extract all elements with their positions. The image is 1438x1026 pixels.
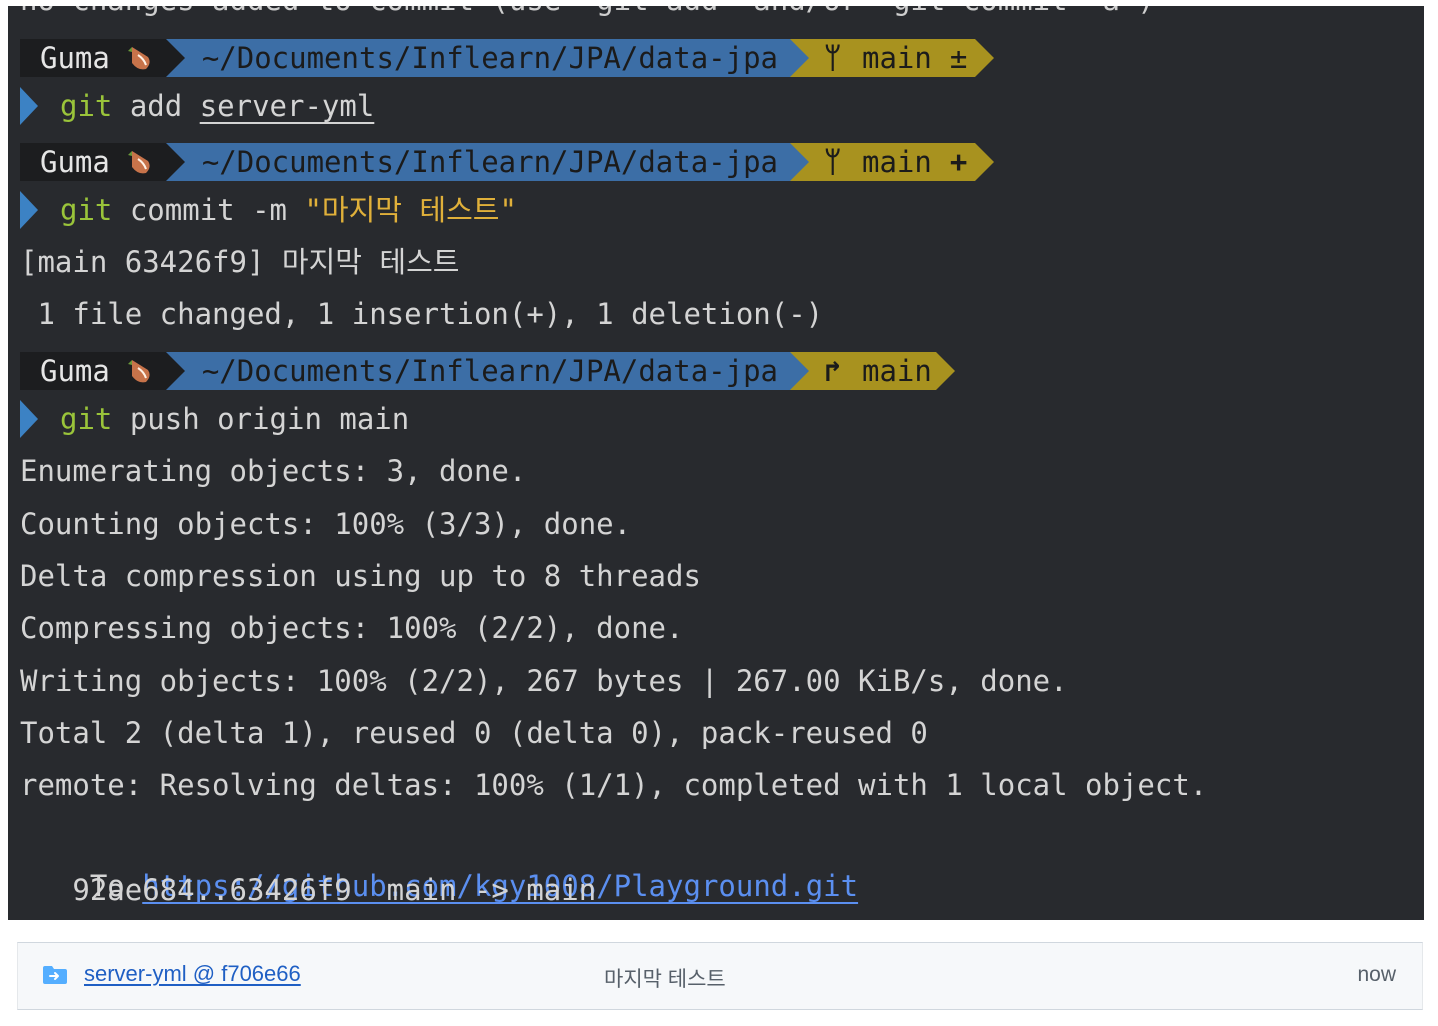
output-line: [main 63426f9] 마지막 테스트 bbox=[20, 245, 460, 279]
commit-time: now bbox=[1357, 963, 1396, 986]
command-line-1: git add server-yml bbox=[20, 82, 374, 130]
prompt-git-segment: ᛘ main + bbox=[790, 143, 995, 181]
prompt-bar: Guma ~/Documents/Inflearn/JPA/data-jpa ↱… bbox=[20, 352, 955, 390]
prompt-chevron-icon bbox=[20, 400, 38, 438]
output-line: Enumerating objects: 3, done. bbox=[20, 454, 527, 488]
prompt-bar: Guma ~/Documents/Inflearn/JPA/data-jpa ᛘ… bbox=[20, 143, 995, 181]
terminal-window[interactable]: no changes added to commit (use "git add… bbox=[8, 6, 1424, 920]
submodule-folder-icon bbox=[43, 966, 67, 984]
output-line-remote: To https://github.com/kgy1008/Playground… bbox=[20, 814, 858, 903]
prompt-path: ~/Documents/Inflearn/JPA/data-jpa bbox=[201, 145, 779, 179]
command-line-2: git commit -m "마지막 테스트" bbox=[20, 186, 517, 234]
output-line: 92ae684..63426f9 main -> main bbox=[20, 873, 597, 907]
commit-file-row: server-yml @ f706e66 마지막 테스트 now bbox=[17, 942, 1423, 1010]
cmd-text: commit -m bbox=[112, 193, 305, 227]
sweet-potato-icon bbox=[126, 43, 154, 73]
cmd-text: add bbox=[112, 89, 200, 123]
command-line-3: git push origin main bbox=[20, 395, 409, 443]
prompt-user: Guma bbox=[40, 145, 110, 179]
prompt-branch: main bbox=[862, 145, 932, 179]
prompt-branch: main bbox=[862, 41, 932, 75]
sweet-potato-icon bbox=[126, 356, 154, 386]
output-line: remote: Resolving deltas: 100% (1/1), co… bbox=[20, 768, 1208, 802]
prompt-user: Guma bbox=[40, 354, 110, 388]
prompt-branch: main bbox=[862, 354, 932, 388]
prompt-path-segment: ~/Documents/Inflearn/JPA/data-jpa bbox=[165, 39, 810, 77]
submodule-link[interactable]: server-yml @ f706e66 bbox=[84, 961, 301, 987]
output-line: Counting objects: 100% (3/3), done. bbox=[20, 507, 632, 541]
output-line: Total 2 (delta 1), reused 0 (delta 0), p… bbox=[20, 716, 928, 750]
prompt-user-segment: Guma bbox=[20, 143, 185, 181]
branch-icon: ᛘ bbox=[824, 145, 842, 179]
cmd-keyword: git bbox=[60, 89, 113, 123]
git-status-dirty: ± bbox=[949, 41, 968, 75]
git-status-staged: + bbox=[949, 145, 968, 179]
prompt-path-segment: ~/Documents/Inflearn/JPA/data-jpa bbox=[165, 352, 810, 390]
output-line: 1 file changed, 1 insertion(+), 1 deleti… bbox=[20, 297, 824, 331]
sweet-potato-icon bbox=[126, 147, 154, 177]
cmd-arg: server-yml bbox=[199, 89, 375, 123]
prompt-user: Guma bbox=[40, 41, 110, 75]
commit-message[interactable]: 마지막 테스트 bbox=[604, 963, 726, 993]
cmd-string: "마지막 테스트" bbox=[304, 193, 517, 227]
output-line: Writing objects: 100% (2/2), 267 bytes |… bbox=[20, 664, 1068, 698]
prompt-git-segment: ᛘ main ± bbox=[790, 39, 995, 77]
prompt-chevron-icon bbox=[20, 191, 38, 229]
output-line: Delta compression using up to 8 threads bbox=[20, 559, 701, 593]
prompt-git-segment: ↱ main bbox=[790, 352, 955, 390]
prompt-chevron-icon bbox=[20, 87, 38, 125]
cmd-keyword: git bbox=[60, 402, 113, 436]
prompt-user-segment: Guma bbox=[20, 352, 185, 390]
branch-ahead-icon: ↱ bbox=[824, 354, 842, 388]
prompt-user-segment: Guma bbox=[20, 39, 185, 77]
prompt-path-segment: ~/Documents/Inflearn/JPA/data-jpa bbox=[165, 143, 810, 181]
prompt-bar: Guma ~/Documents/Inflearn/JPA/data-jpa ᛘ… bbox=[20, 39, 995, 77]
cmd-text: push origin main bbox=[112, 402, 410, 436]
cut-off-line: no changes added to commit (use "git add… bbox=[20, 6, 1155, 24]
prompt-path: ~/Documents/Inflearn/JPA/data-jpa bbox=[201, 41, 779, 75]
cmd-keyword: git bbox=[60, 193, 113, 227]
branch-icon: ᛘ bbox=[824, 41, 842, 75]
output-line: Compressing objects: 100% (2/2), done. bbox=[20, 611, 684, 645]
prompt-path: ~/Documents/Inflearn/JPA/data-jpa bbox=[201, 354, 779, 388]
